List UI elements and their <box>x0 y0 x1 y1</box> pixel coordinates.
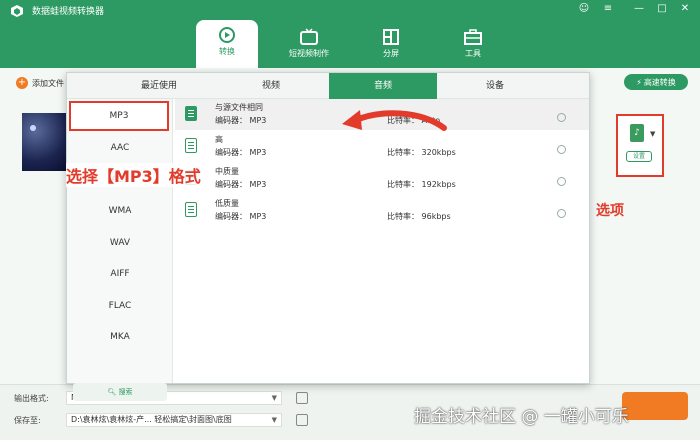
video-thumbnail[interactable] <box>22 113 66 171</box>
add-file-label: 添加文件 <box>32 78 64 88</box>
preset-encoder: 编码器： MP3 <box>215 116 267 125</box>
preset-encoder: 编码器： MP3 <box>215 148 267 157</box>
preset-bitrate: 比特率： 192kbps <box>387 180 456 189</box>
tab-audio[interactable]: 音频 <box>329 73 437 99</box>
preset-file-icon <box>185 138 197 153</box>
convert-all-button[interactable] <box>622 392 688 420</box>
output-settings-panel: ♪ ▼ 设置 <box>616 114 664 177</box>
preset-name: 高 <box>215 135 223 144</box>
moon-image <box>30 125 36 131</box>
preset-name: 中质量 <box>215 167 239 176</box>
preset-file-icon <box>185 202 197 217</box>
tab-recent[interactable]: 最近使用 <box>105 73 213 99</box>
nav-label: 工具 <box>465 49 481 58</box>
app-title: 数据蛙视频转换器 <box>32 7 105 17</box>
gear-icon[interactable] <box>557 177 566 186</box>
format-item-wma[interactable]: WMA <box>67 196 173 226</box>
gear-icon[interactable] <box>557 113 566 122</box>
format-item-mka[interactable]: MKA <box>67 322 173 352</box>
gear-icon[interactable] <box>557 145 566 154</box>
preset-row[interactable]: 中质量 编码器： MP3 比特率： 192kbps <box>175 163 589 194</box>
format-dropdown: 最近使用 视频 音频 设备 MP3 AAC AC3 WMA WAV AIFF F… <box>66 72 590 401</box>
tab-video[interactable]: 视频 <box>217 73 325 99</box>
format-item-flac[interactable]: FLAC <box>67 291 173 321</box>
format-item-aiff[interactable]: AIFF <box>67 259 173 289</box>
maximize-icon[interactable]: □ <box>656 3 668 15</box>
preset-row[interactable]: 低质量 编码器： MP3 比特率： 96kbps <box>175 195 589 226</box>
format-list: MP3 AAC AC3 WMA WAV AIFF FLAC MKA 🔍︎ 搜索 <box>67 99 173 401</box>
music-file-icon[interactable]: ♪ <box>630 124 644 142</box>
nav-label: 转换 <box>219 47 235 56</box>
nav-tab-short-video[interactable]: 短视频制作 <box>278 22 340 66</box>
gear-icon[interactable] <box>557 209 566 218</box>
save-to-label: 保存至: <box>14 416 41 425</box>
close-icon[interactable]: ✕ <box>679 3 691 15</box>
preset-encoder: 编码器： MP3 <box>215 212 267 221</box>
output-format-label: 输出格式: <box>14 394 49 403</box>
menu-icon[interactable]: ≡ <box>602 3 614 15</box>
nav-tab-convert[interactable]: 转换 <box>196 20 258 68</box>
app-logo-icon <box>11 5 23 17</box>
format-item-mp3[interactable]: MP3 <box>69 101 169 131</box>
settings-button[interactable]: 设置 <box>626 151 652 162</box>
preset-bitrate: 比特率： 96kbps <box>387 212 451 221</box>
nav-label: 分屏 <box>383 49 399 58</box>
watermark: 掘金技术社区 @ 一罐小可乐 <box>414 407 629 427</box>
toolbox-icon <box>464 29 482 45</box>
annotation-arrow <box>342 110 447 131</box>
nav-label: 短视频制作 <box>289 49 329 58</box>
refresh-icon <box>219 27 235 43</box>
nav-tab-tools[interactable]: 工具 <box>442 22 504 66</box>
preset-name: 与源文件相同 <box>215 103 263 112</box>
preset-list: 与源文件相同 编码器： MP3 比特率： Auto 高 编码器： MP3 比特率… <box>175 99 589 383</box>
feedback-icon[interactable]: ☺ <box>578 3 590 15</box>
tab-device[interactable]: 设备 <box>441 73 549 99</box>
annotation-select-mp3: 选择【MP3】格式 <box>66 163 201 187</box>
preset-encoder: 编码器： MP3 <box>215 180 267 189</box>
minimize-icon[interactable]: — <box>633 3 645 15</box>
fast-convert-button[interactable]: ⚡ 高速转换 <box>624 74 688 90</box>
preset-file-icon <box>185 106 197 121</box>
plus-icon: + <box>16 77 28 89</box>
preset-bitrate: 比特率： 320kbps <box>387 148 456 157</box>
chevron-down-icon: ▼ <box>271 416 277 424</box>
save-path-value: D:\袁林炫\袁林炫-产... 轻松搞定\封面图\底图 <box>71 415 232 424</box>
preset-name: 低质量 <box>215 199 239 208</box>
format-tabs: 最近使用 视频 音频 设备 <box>67 73 589 99</box>
format-settings-icon[interactable] <box>296 392 308 404</box>
tv-icon <box>300 28 318 45</box>
format-item-aac[interactable]: AAC <box>67 133 173 163</box>
fast-convert-label: 高速转换 <box>643 77 676 87</box>
folder-icon[interactable] <box>296 414 308 426</box>
format-item-wav[interactable]: WAV <box>67 228 173 258</box>
lightning-icon: ⚡ <box>636 77 642 87</box>
save-path-select[interactable]: D:\袁林炫\袁林炫-产... 轻松搞定\封面图\底图 ▼ <box>66 413 282 427</box>
chevron-down-icon: ▼ <box>271 394 277 402</box>
search-label: 搜索 <box>118 388 133 396</box>
search-icon: 🔍︎ <box>107 388 119 396</box>
app-header: 数据蛙视频转换器 ☺ ≡ — □ ✕ 转换 短视频制作 分屏 工具 <box>0 0 700 68</box>
dropdown-caret-icon[interactable]: ▼ <box>650 130 655 138</box>
split-screen-icon <box>383 29 399 45</box>
add-file-button[interactable]: + 添加文件 <box>16 77 64 89</box>
format-search-button[interactable]: 🔍︎ 搜索 <box>73 383 167 401</box>
nav-tab-split-screen[interactable]: 分屏 <box>360 22 422 66</box>
